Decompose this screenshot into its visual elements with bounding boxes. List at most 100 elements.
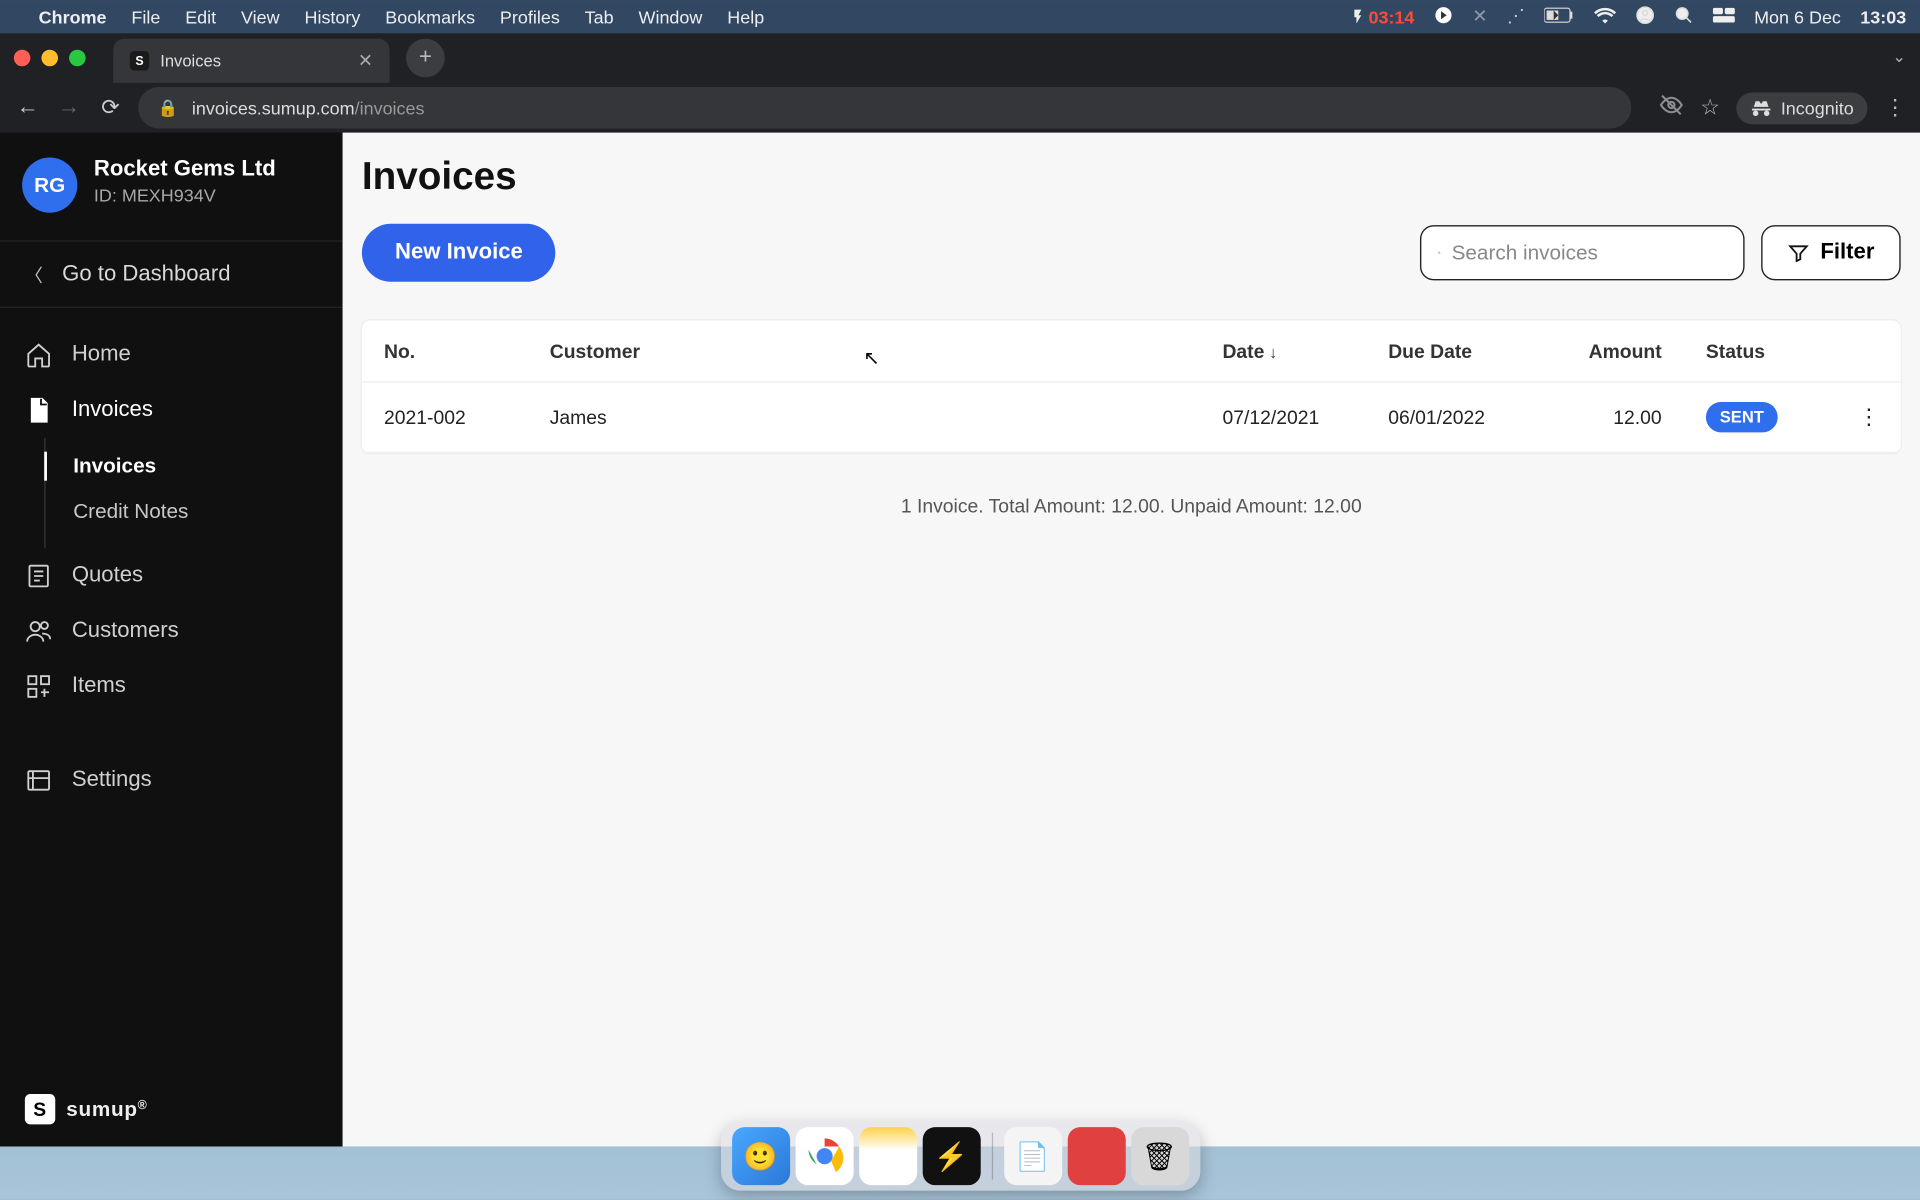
- table-summary: 1 Invoice. Total Amount: 12.00. Unpaid A…: [362, 453, 1901, 558]
- url-host: invoices.sumup.com: [192, 97, 355, 118]
- incognito-indicator[interactable]: Incognito: [1737, 92, 1868, 124]
- close-window-icon[interactable]: [14, 50, 31, 67]
- page-title: Invoices: [362, 155, 1901, 199]
- dock-app-red[interactable]: [1067, 1127, 1125, 1185]
- eye-off-icon[interactable]: [1659, 92, 1684, 124]
- browser-window: S Invoices ✕ + ⌄ ← → ⟳ 🔒 invoices.sumup.…: [0, 33, 1920, 1146]
- go-to-dashboard-label: Go to Dashboard: [62, 262, 230, 287]
- close-tab-icon[interactable]: ✕: [358, 50, 373, 72]
- home-icon: [25, 341, 53, 369]
- row-actions-button[interactable]: ⋮: [1836, 382, 1901, 452]
- settings-icon: [25, 767, 53, 795]
- status-badge: SENT: [1706, 402, 1778, 432]
- favicon-icon: S: [130, 51, 149, 70]
- sidebar-item-items[interactable]: Items: [0, 659, 343, 714]
- battery-icon[interactable]: [1544, 6, 1574, 27]
- user-icon[interactable]: [1635, 5, 1654, 28]
- sidebar-item-label: Items: [72, 674, 126, 699]
- sidebar-item-settings[interactable]: Settings: [0, 753, 343, 808]
- dock-iterm[interactable]: ⚡: [922, 1127, 980, 1185]
- sidebar-item-label: Customers: [72, 619, 179, 644]
- table-row[interactable]: 2021-002 James 07/12/2021 06/01/2022 12.…: [362, 382, 1901, 452]
- col-due-date[interactable]: Due Date: [1366, 320, 1546, 381]
- back-button[interactable]: ←: [14, 95, 42, 120]
- menubar-clock[interactable]: 13:03: [1860, 6, 1906, 27]
- minimize-window-icon[interactable]: [41, 50, 58, 67]
- sidebar: RG Rocket Gems Ltd ID: MEXH934V 〈 Go to …: [0, 133, 343, 1147]
- kebab-menu-icon[interactable]: ⋮: [1884, 94, 1906, 122]
- macos-dock: 🙂 ⚡ 📄 🗑: [720, 1122, 1199, 1191]
- search-input[interactable]: [1452, 241, 1727, 264]
- go-to-dashboard[interactable]: 〈 Go to Dashboard: [0, 240, 343, 308]
- subnav-credit-notes[interactable]: Credit Notes: [46, 489, 343, 535]
- menu-profiles[interactable]: Profiles: [500, 6, 560, 27]
- reload-button[interactable]: ⟳: [97, 94, 125, 122]
- menubar-date[interactable]: Mon 6 Dec: [1754, 6, 1841, 27]
- company-name: Rocket Gems Ltd: [94, 157, 276, 182]
- battery-time-indicator[interactable]: 03:14: [1349, 6, 1414, 27]
- col-date[interactable]: Date: [1200, 320, 1366, 381]
- chevron-left-icon: 〈: [25, 261, 43, 287]
- mac-menubar: Chrome File Edit View History Bookmarks …: [0, 0, 1920, 33]
- sidebar-item-customers[interactable]: Customers: [0, 604, 343, 659]
- status-icon-2[interactable]: ✕: [1472, 6, 1487, 28]
- filter-label: Filter: [1820, 240, 1874, 265]
- sidebar-item-invoices[interactable]: Invoices: [0, 383, 343, 438]
- menu-view[interactable]: View: [241, 6, 280, 27]
- subnav-invoices[interactable]: Invoices: [46, 443, 343, 489]
- main-content: Invoices New Invoice Filter: [343, 133, 1920, 1147]
- col-no[interactable]: No.: [362, 320, 528, 381]
- tabs-overflow-icon[interactable]: ⌄: [1892, 47, 1906, 66]
- sidebar-item-quotes[interactable]: Quotes: [0, 548, 343, 603]
- forward-button[interactable]: →: [55, 95, 83, 120]
- col-amount[interactable]: Amount: [1546, 320, 1684, 381]
- url-path: /invoices: [355, 97, 425, 118]
- sidebar-item-home[interactable]: Home: [0, 327, 343, 382]
- dock-chrome[interactable]: [795, 1127, 853, 1185]
- status-icon-3[interactable]: ⋰: [1507, 6, 1525, 28]
- menu-bookmarks[interactable]: Bookmarks: [385, 6, 475, 27]
- bookmark-star-icon[interactable]: ☆: [1700, 94, 1720, 122]
- browser-tab[interactable]: S Invoices ✕: [113, 39, 389, 83]
- filter-button[interactable]: Filter: [1761, 225, 1901, 280]
- quotes-icon: [25, 562, 53, 590]
- dock-trash[interactable]: 🗑: [1131, 1127, 1189, 1185]
- menu-help[interactable]: Help: [727, 6, 764, 27]
- new-invoice-button[interactable]: New Invoice: [362, 224, 556, 282]
- window-controls[interactable]: [14, 50, 86, 67]
- cell-status: SENT: [1684, 382, 1836, 452]
- new-tab-button[interactable]: +: [406, 39, 445, 78]
- menu-window[interactable]: Window: [639, 6, 703, 27]
- status-icon-1[interactable]: [1434, 5, 1453, 28]
- wifi-icon[interactable]: [1594, 6, 1616, 27]
- sidebar-item-label: Home: [72, 343, 131, 368]
- dock-textedit[interactable]: 📄: [1004, 1127, 1062, 1185]
- menubar-app-name[interactable]: Chrome: [39, 6, 107, 27]
- col-status[interactable]: Status: [1684, 320, 1836, 381]
- search-invoices[interactable]: [1420, 225, 1745, 280]
- menu-history[interactable]: History: [304, 6, 360, 27]
- menu-edit[interactable]: Edit: [185, 6, 216, 27]
- cell-amount: 12.00: [1546, 382, 1684, 452]
- brand-text: sumup: [66, 1097, 137, 1120]
- control-center-icon[interactable]: [1713, 6, 1735, 27]
- search-icon: [1438, 242, 1441, 264]
- cell-customer: James: [528, 382, 1201, 452]
- address-bar[interactable]: 🔒 invoices.sumup.com/invoices: [138, 87, 1631, 128]
- customers-icon: [25, 617, 53, 645]
- cell-due-date: 06/01/2022: [1366, 382, 1546, 452]
- menu-file[interactable]: File: [131, 6, 160, 27]
- cell-no: 2021-002: [362, 382, 528, 452]
- sidebar-item-label: Quotes: [72, 564, 143, 589]
- dock-finder[interactable]: 🙂: [731, 1127, 789, 1185]
- brand-logo[interactable]: S sumup®: [0, 1072, 343, 1147]
- company-avatar: RG: [22, 157, 77, 212]
- sidebar-item-label: Invoices: [72, 398, 153, 423]
- spotlight-icon[interactable]: [1674, 5, 1693, 28]
- items-icon: [25, 673, 53, 701]
- company-header[interactable]: RG Rocket Gems Ltd ID: MEXH934V: [0, 152, 343, 235]
- maximize-window-icon[interactable]: [69, 50, 86, 67]
- menu-tab[interactable]: Tab: [585, 6, 614, 27]
- mouse-cursor-icon: ↖: [863, 347, 879, 370]
- dock-notes[interactable]: [858, 1127, 916, 1185]
